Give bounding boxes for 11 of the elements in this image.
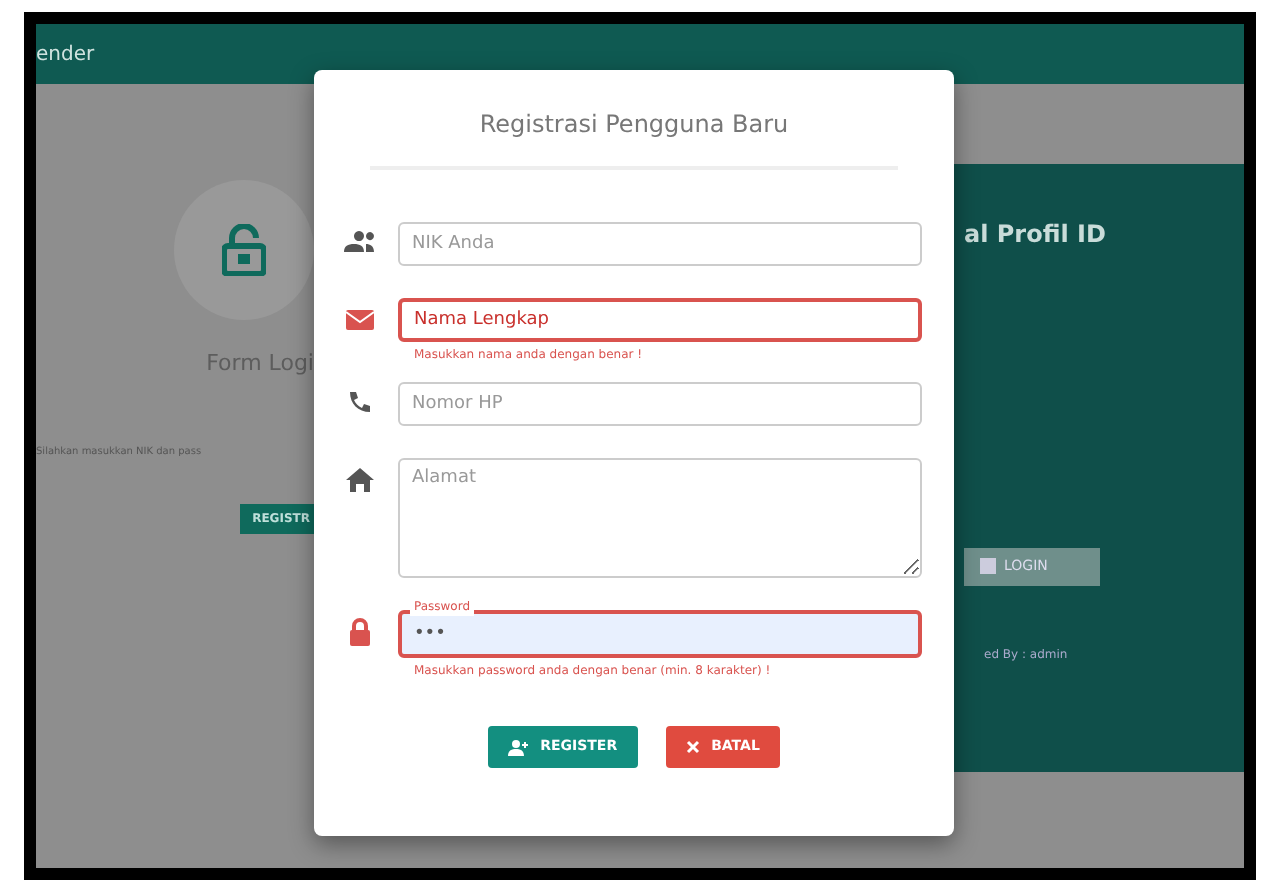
user-add-icon xyxy=(508,739,529,756)
close-icon xyxy=(685,740,700,755)
input-field[interactable]: Nama Lengkap xyxy=(398,298,922,342)
input-field[interactable]: Nomor HP xyxy=(398,382,922,427)
modal-title: Registrasi Pengguna Baru xyxy=(477,108,791,142)
input-field[interactable]: NIK Anda xyxy=(398,222,922,266)
panel-title: al Profil ID xyxy=(964,218,1108,252)
address-field[interactable]: Alamat xyxy=(398,458,922,579)
header-title: ender xyxy=(36,41,95,69)
lock-icon xyxy=(222,224,266,276)
password-field[interactable]: ••• xyxy=(398,610,922,659)
